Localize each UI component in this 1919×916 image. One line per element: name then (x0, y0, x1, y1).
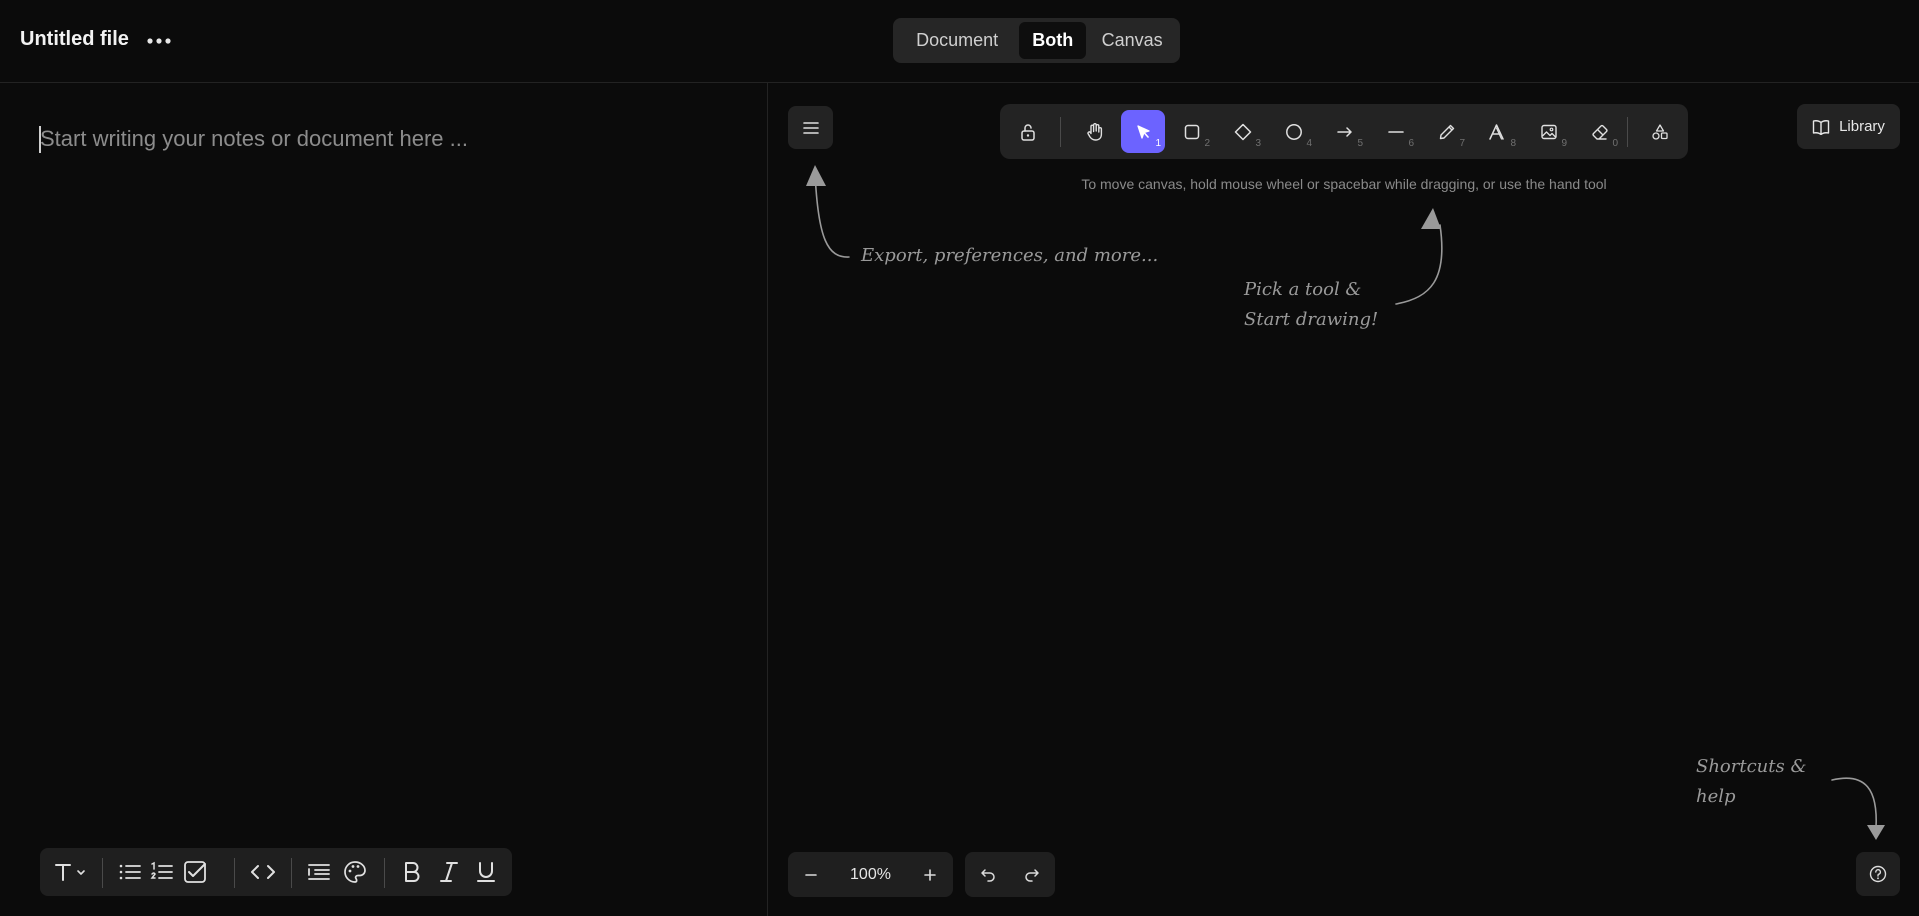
undo-button[interactable] (975, 862, 1001, 888)
zoom-controls: 100% (788, 852, 953, 897)
menu-hint-text: Export, preferences, and more... (861, 245, 1159, 266)
help-hint-line2: help (1696, 786, 1736, 807)
welcome-hint-arrows (806, 165, 1885, 840)
history-controls (965, 852, 1055, 897)
help-hint-line1: Shortcuts & (1696, 756, 1807, 777)
redo-button[interactable] (1019, 862, 1045, 888)
zoom-in-button[interactable] (917, 862, 943, 888)
redo-icon (1025, 869, 1039, 882)
plus-icon (924, 869, 936, 881)
zoom-level[interactable]: 100% (828, 852, 913, 897)
tools-hint-line1: Pick a tool & (1244, 279, 1362, 300)
tools-hint-line2: Start drawing! (1244, 309, 1379, 330)
question-icon (1869, 865, 1887, 883)
zoom-out-button[interactable] (798, 862, 824, 888)
help-button[interactable] (1856, 852, 1900, 896)
undo-icon (981, 869, 995, 882)
minus-icon (805, 874, 817, 876)
